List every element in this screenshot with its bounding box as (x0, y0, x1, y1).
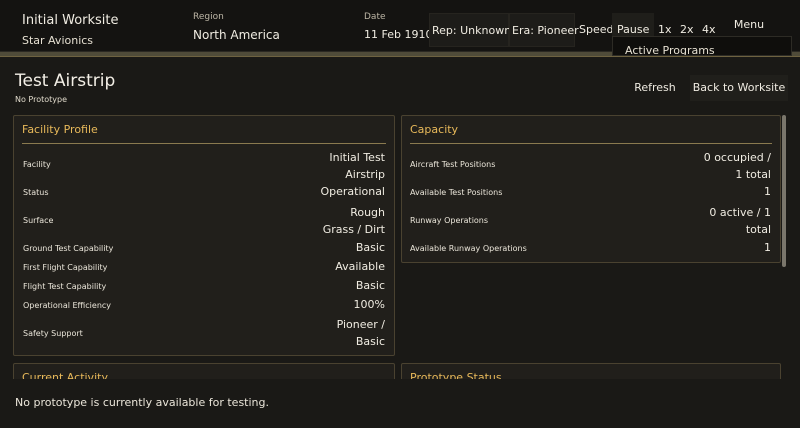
row-value: Available (335, 260, 385, 273)
page-subtitle: No Prototype (15, 95, 68, 104)
facility-profile-card: Facility Profile Facility Initial Test A… (13, 115, 395, 356)
row-label: Facility (23, 160, 51, 169)
row-value: Initial Test Airstrip (329, 151, 385, 181)
refresh-button[interactable]: Refresh (628, 75, 682, 101)
card-heading: Capacity (410, 123, 459, 136)
status-message: No prototype is currently available for … (15, 396, 269, 409)
row-value: Rough Grass / Dirt (322, 206, 385, 236)
row-label: Ground Test Capability (23, 244, 114, 253)
date-value: 11 Feb 1910 (364, 28, 433, 41)
row-value: 1 (764, 241, 771, 254)
row-value: 1 (764, 185, 771, 198)
row-value: 100% (353, 298, 385, 311)
row-value: Pioneer / Basic (336, 318, 385, 348)
row-label: Surface (23, 216, 54, 225)
divider (410, 143, 772, 144)
reputation-indicator: Rep: Unknown (429, 13, 511, 47)
row-label: Safety Support (23, 329, 83, 338)
row-value: Basic (355, 279, 385, 292)
page-title: Test Airstrip (15, 71, 116, 91)
row-value: Operational (320, 185, 385, 198)
row-label: Aircraft Test Positions (410, 160, 496, 169)
row-label: Available Test Positions (410, 188, 503, 197)
date-label: Date (364, 12, 386, 22)
company-name: Star Avionics (22, 34, 94, 47)
row-value: 0 active / 1 total (709, 206, 771, 236)
row-value: Basic (355, 241, 385, 254)
row-label: Operational Efficiency (23, 301, 112, 310)
worksite-name: Initial Worksite (22, 13, 119, 28)
row-label: First Flight Capability (23, 263, 108, 272)
row-value: 0 occupied / 1 total (703, 151, 771, 181)
back-to-worksite-button[interactable]: Back to Worksite (690, 75, 788, 101)
active-programs-dropdown[interactable]: Active Programs (612, 36, 792, 56)
era-indicator: Era: Pioneer (509, 13, 579, 47)
top-status-bar: Initial Worksite Star Avionics Region No… (0, 0, 800, 56)
row-label: Available Runway Operations (410, 244, 527, 253)
capacity-card: Capacity Aircraft Test Positions 0 occup… (401, 115, 781, 263)
divider (22, 143, 386, 144)
region-label: Region (193, 12, 224, 22)
scrollbar[interactable] (782, 115, 786, 267)
row-label: Flight Test Capability (23, 282, 107, 291)
row-label: Status (23, 188, 49, 197)
menu-button[interactable]: Menu (716, 14, 782, 36)
card-heading: Facility Profile (22, 123, 98, 136)
test-airstrip-panel: Test Airstrip No Prototype Refresh Back … (0, 56, 800, 428)
row-label: Runway Operations (410, 216, 489, 225)
region-value: North America (193, 28, 280, 42)
